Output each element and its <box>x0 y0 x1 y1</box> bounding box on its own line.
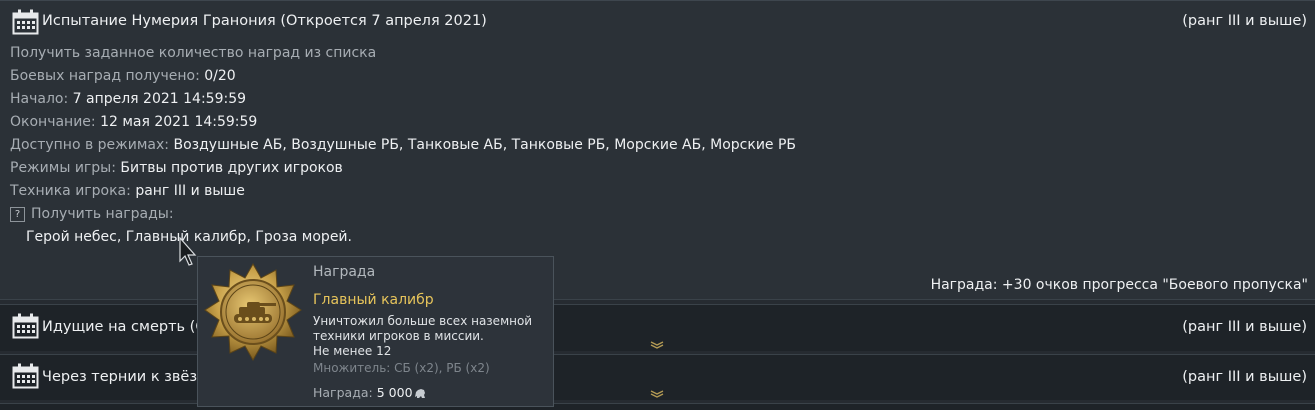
awards-row: ? Получить награды: <box>10 206 174 222</box>
challenge-title: Идущие на смерть (От <box>42 319 216 335</box>
challenge-title: Через тернии к звёзд <box>42 369 208 385</box>
awards-label: Получить награды: <box>31 206 174 222</box>
battle-pass-reward: Награда: +30 очков прогресса "Боевого пр… <box>930 277 1308 293</box>
progress-value: 0/20 <box>204 68 236 84</box>
start-label: Начало: <box>10 91 69 107</box>
chevron-down-icon[interactable] <box>650 341 664 349</box>
gamemodes-row: Режимы игры: Битвы против других игроков <box>10 160 343 176</box>
calendar-icon <box>12 363 39 389</box>
start-value: 7 апреля 2021 14:59:59 <box>72 91 247 107</box>
rank-requirement: (ранг III и выше) <box>1182 13 1307 29</box>
end-row: Окончание: 12 мая 2021 14:59:59 <box>10 114 257 130</box>
award-reward-label: Награда: <box>313 385 373 400</box>
modes-row: Доступно в режимах: Воздушные АБ, Воздуш… <box>10 137 796 153</box>
tooltip-header: Награда <box>313 264 376 280</box>
calendar-icon <box>12 313 39 339</box>
gamemodes-label: Режимы игры: <box>10 160 116 176</box>
progress-row: Боевых наград получено: 0/20 <box>10 68 236 84</box>
question-icon[interactable]: ? <box>10 207 25 222</box>
tank-medal-icon <box>204 262 302 362</box>
gamemodes-value: Битвы против других игроков <box>120 160 343 176</box>
award-multiplier: Множитель: СБ (x2), РБ (x2) <box>313 361 490 375</box>
end-value: 12 мая 2021 14:59:59 <box>100 114 258 130</box>
chevron-down-icon[interactable] <box>650 390 664 398</box>
award-tooltip: Награда Главный калибр Уничтожил больше … <box>197 256 554 407</box>
award-minimum: Не менее 12 <box>313 344 392 358</box>
award-condition: Уничтожил больше всех наземной техники и… <box>313 314 533 343</box>
vehicle-label: Техника игрока: <box>10 183 131 199</box>
silver-lion-icon <box>414 389 425 398</box>
calendar-icon <box>12 9 39 35</box>
challenge-panel-expanded[interactable]: Испытание Нумерия Гранония (Откроется 7 … <box>0 0 1315 300</box>
mouse-cursor-icon <box>179 237 197 266</box>
modes-label: Доступно в режимах: <box>10 137 170 153</box>
end-label: Окончание: <box>10 114 96 130</box>
vehicle-value: ранг III и выше <box>135 183 245 199</box>
award-description: Уничтожил больше всех наземной техники и… <box>313 314 549 359</box>
award-reward: Награда: 5 000 <box>313 385 426 400</box>
rank-requirement: (ранг III и выше) <box>1182 319 1307 335</box>
start-row: Начало: 7 апреля 2021 14:59:59 <box>10 91 246 107</box>
rank-requirement: (ранг III и выше) <box>1182 369 1307 385</box>
vehicle-row: Техника игрока: ранг III и выше <box>10 183 245 199</box>
modes-value: Воздушные АБ, Воздушные РБ, Танковые АБ,… <box>173 137 797 153</box>
challenge-title: Испытание Нумерия Гранония (Откроется 7 … <box>42 13 487 29</box>
challenge-description: Получить заданное количество наград из с… <box>10 45 377 61</box>
award-name: Главный калибр <box>313 292 434 308</box>
progress-label: Боевых наград получено: <box>10 68 200 84</box>
award-reward-value: 5 000 <box>376 385 413 400</box>
